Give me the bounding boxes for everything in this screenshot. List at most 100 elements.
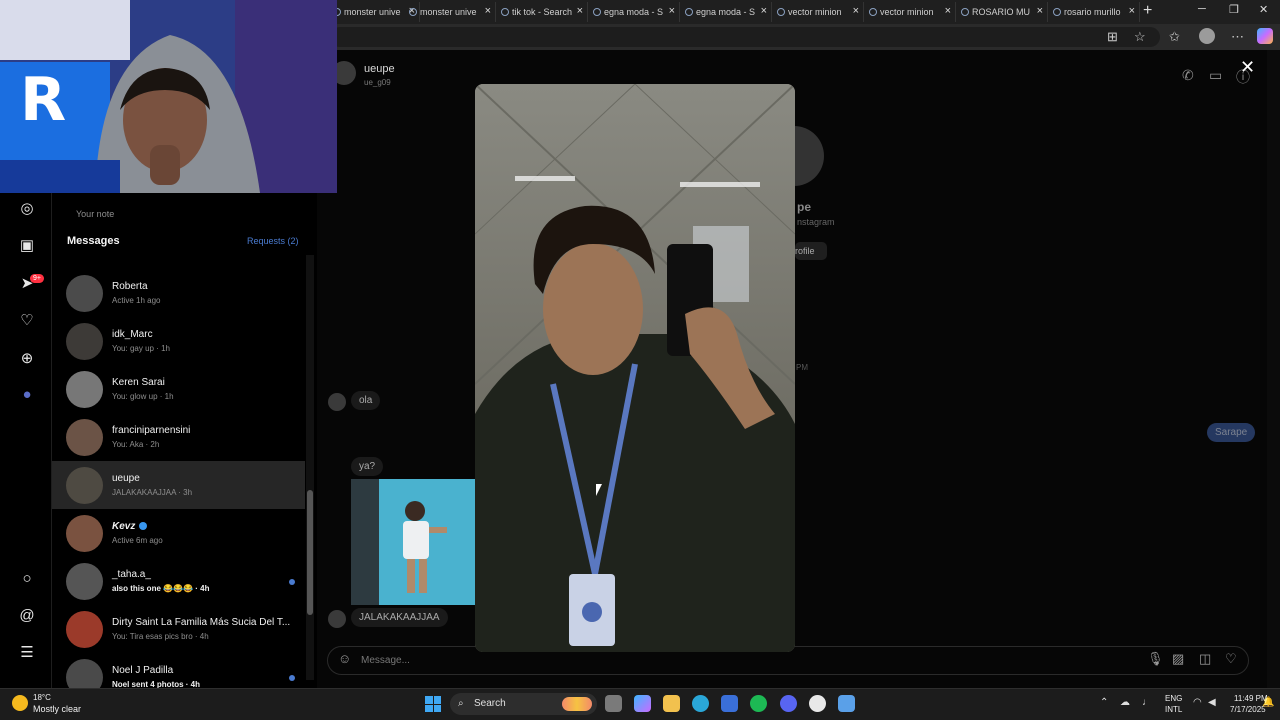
threads-circle-icon[interactable]: ○ [18, 570, 36, 588]
collections-icon[interactable]: ✩ [1169, 29, 1180, 45]
requests-link[interactable]: Requests (2) [247, 236, 299, 246]
mic-icon[interactable]: 🎙 [1147, 651, 1164, 667]
incoming-message[interactable]: ola [351, 391, 381, 410]
tab-close-icon[interactable]: × [761, 5, 767, 17]
notifications-icon[interactable]: 🔔 [1262, 697, 1274, 708]
conversation-item[interactable]: _taha.a_ also this one 😂😂😂 · 4h [52, 557, 305, 605]
apps-icon[interactable]: ⊞ [1107, 29, 1118, 45]
conversation-item[interactable]: Dirty Saint La Familia Más Sucia Del T..… [52, 605, 305, 653]
chevron-up-icon[interactable]: ⌃ [1100, 697, 1108, 708]
discord-icon[interactable] [780, 695, 797, 712]
conversation-preview: You: Aka · 2h [112, 440, 160, 449]
url-input[interactable] [330, 27, 1160, 47]
reels-icon[interactable]: ▣ [18, 237, 36, 255]
browser-tab[interactable]: egna moda - S × [590, 2, 680, 22]
conversation-item[interactable]: Noel J Padilla Noel sent 4 photos · 4h [52, 653, 305, 688]
cloud-icon[interactable]: ☁ [1120, 697, 1130, 708]
browser-tab[interactable]: vector minion × [866, 2, 956, 22]
browser-tab[interactable]: vector minion × [774, 2, 864, 22]
incoming-message[interactable]: JALAKAKAAJJAA [351, 608, 448, 627]
image-icon[interactable]: ▨ [1172, 651, 1184, 667]
shared-image[interactable] [351, 479, 475, 605]
chrome-icon[interactable] [809, 695, 826, 712]
weather-condition[interactable]: Mostly clear [33, 704, 81, 714]
tab-close-icon[interactable]: × [1129, 5, 1135, 17]
webcam-overlay: R [0, 0, 337, 193]
start-button[interactable] [425, 696, 441, 712]
explore-icon[interactable]: ◎ [18, 200, 36, 218]
tab-close-icon[interactable]: × [853, 5, 859, 17]
edge-icon[interactable] [692, 695, 709, 712]
sender-avatar [328, 393, 346, 411]
browser-tab[interactable]: ROSARIO MU × [958, 2, 1048, 22]
conversation-item[interactable]: Kevz Active 6m ago [52, 509, 305, 557]
conversation-scrollbar[interactable] [306, 255, 314, 680]
outgoing-message[interactable]: Sarape [1207, 423, 1256, 442]
heart-icon[interactable]: ♡ [1225, 651, 1237, 667]
copilot-icon[interactable] [1257, 28, 1273, 44]
browser-tab[interactable]: monster unive × [406, 2, 496, 22]
taskbar-search-label[interactable]: Search [474, 698, 506, 709]
browser-tab[interactable]: rosario murillo × [1050, 2, 1140, 22]
clock-date[interactable]: 7/17/2025 [1230, 705, 1266, 714]
weather-temperature[interactable]: 18°C [33, 693, 51, 702]
conversation-name: Noel J Padilla [112, 665, 174, 676]
emoji-icon[interactable]: ☺ [338, 651, 351, 666]
avatar [66, 371, 103, 408]
wifi-icon[interactable]: ◠ [1193, 697, 1202, 708]
conversation-item[interactable]: idk_Marc You: gay up · 1h [52, 317, 305, 365]
browser-tab[interactable]: tik tok - Search × [498, 2, 588, 22]
heart-icon[interactable]: ♡ [18, 312, 36, 330]
file-explorer-icon[interactable] [663, 695, 680, 712]
threads-icon[interactable]: @ [18, 607, 36, 625]
favorite-star-icon[interactable]: ☆ [1134, 29, 1146, 45]
conversation-preview: Active 6m ago [112, 536, 163, 545]
browser-profile-avatar[interactable] [1199, 28, 1215, 44]
viewed-photo[interactable] [475, 84, 795, 652]
phone-icon[interactable]: ✆ [1182, 67, 1194, 84]
message-input[interactable]: Message... [361, 655, 410, 666]
window-close-icon[interactable]: ✕ [1259, 3, 1268, 16]
unread-dot [289, 579, 295, 585]
tab-close-icon[interactable]: × [945, 5, 951, 17]
restore-icon[interactable]: ❐ [1229, 3, 1239, 16]
chat-header-name[interactable]: ueupe [364, 63, 395, 75]
create-icon[interactable]: ⊕ [18, 350, 36, 368]
weather-icon[interactable] [12, 695, 28, 711]
more-menu-icon[interactable]: ⋯ [1231, 29, 1244, 45]
minimize-icon[interactable]: ─ [1198, 3, 1206, 15]
store-icon[interactable] [721, 695, 738, 712]
webcam-art: R [0, 0, 337, 193]
mic-tray-icon[interactable]: ♩ [1142, 697, 1152, 708]
browser-tab[interactable]: egna moda - S × [682, 2, 772, 22]
copilot-taskbar-icon[interactable] [634, 695, 651, 712]
profile-icon[interactable]: ● [18, 386, 36, 404]
incoming-message[interactable]: ya? [351, 457, 384, 476]
video-icon[interactable]: ▭ [1209, 67, 1222, 84]
conversation-item[interactable]: Keren Sarai You: glow up · 1h [52, 365, 305, 413]
scrollbar-thumb[interactable] [307, 490, 313, 615]
tab-close-icon[interactable]: × [485, 5, 491, 17]
conversation-item[interactable]: franciniparnensini You: Aka · 2h [52, 413, 305, 461]
view-profile-button[interactable]: rofile [795, 242, 827, 260]
language-indicator[interactable]: ENG [1165, 694, 1182, 703]
app-icon[interactable] [838, 695, 855, 712]
tab-close-icon[interactable]: × [577, 5, 583, 17]
viewer-close-icon[interactable]: ✕ [1240, 57, 1255, 78]
tab-close-icon[interactable]: × [669, 5, 675, 17]
your-note-label[interactable]: Your note [76, 209, 114, 219]
spotify-icon[interactable] [750, 695, 767, 712]
sticker-icon[interactable]: ◫ [1199, 651, 1211, 667]
volume-icon[interactable]: ◀ [1208, 697, 1216, 708]
tab-favicon-icon [685, 8, 693, 16]
conversation-item-active[interactable]: ueupe JALAKAKAAJJAA · 3h [52, 461, 305, 509]
conversation-item[interactable]: Roberta Active 1h ago [52, 269, 305, 317]
task-view-icon[interactable] [605, 695, 622, 712]
menu-icon[interactable]: ☰ [18, 644, 36, 662]
language-layout[interactable]: INTL [1165, 705, 1182, 714]
new-tab-button[interactable]: + [1143, 2, 1152, 20]
tab-favicon-icon [501, 8, 509, 16]
tab-close-icon[interactable]: × [1037, 5, 1043, 17]
conversation-name: _taha.a_ [112, 569, 151, 580]
messages-header: Messages [67, 235, 120, 247]
